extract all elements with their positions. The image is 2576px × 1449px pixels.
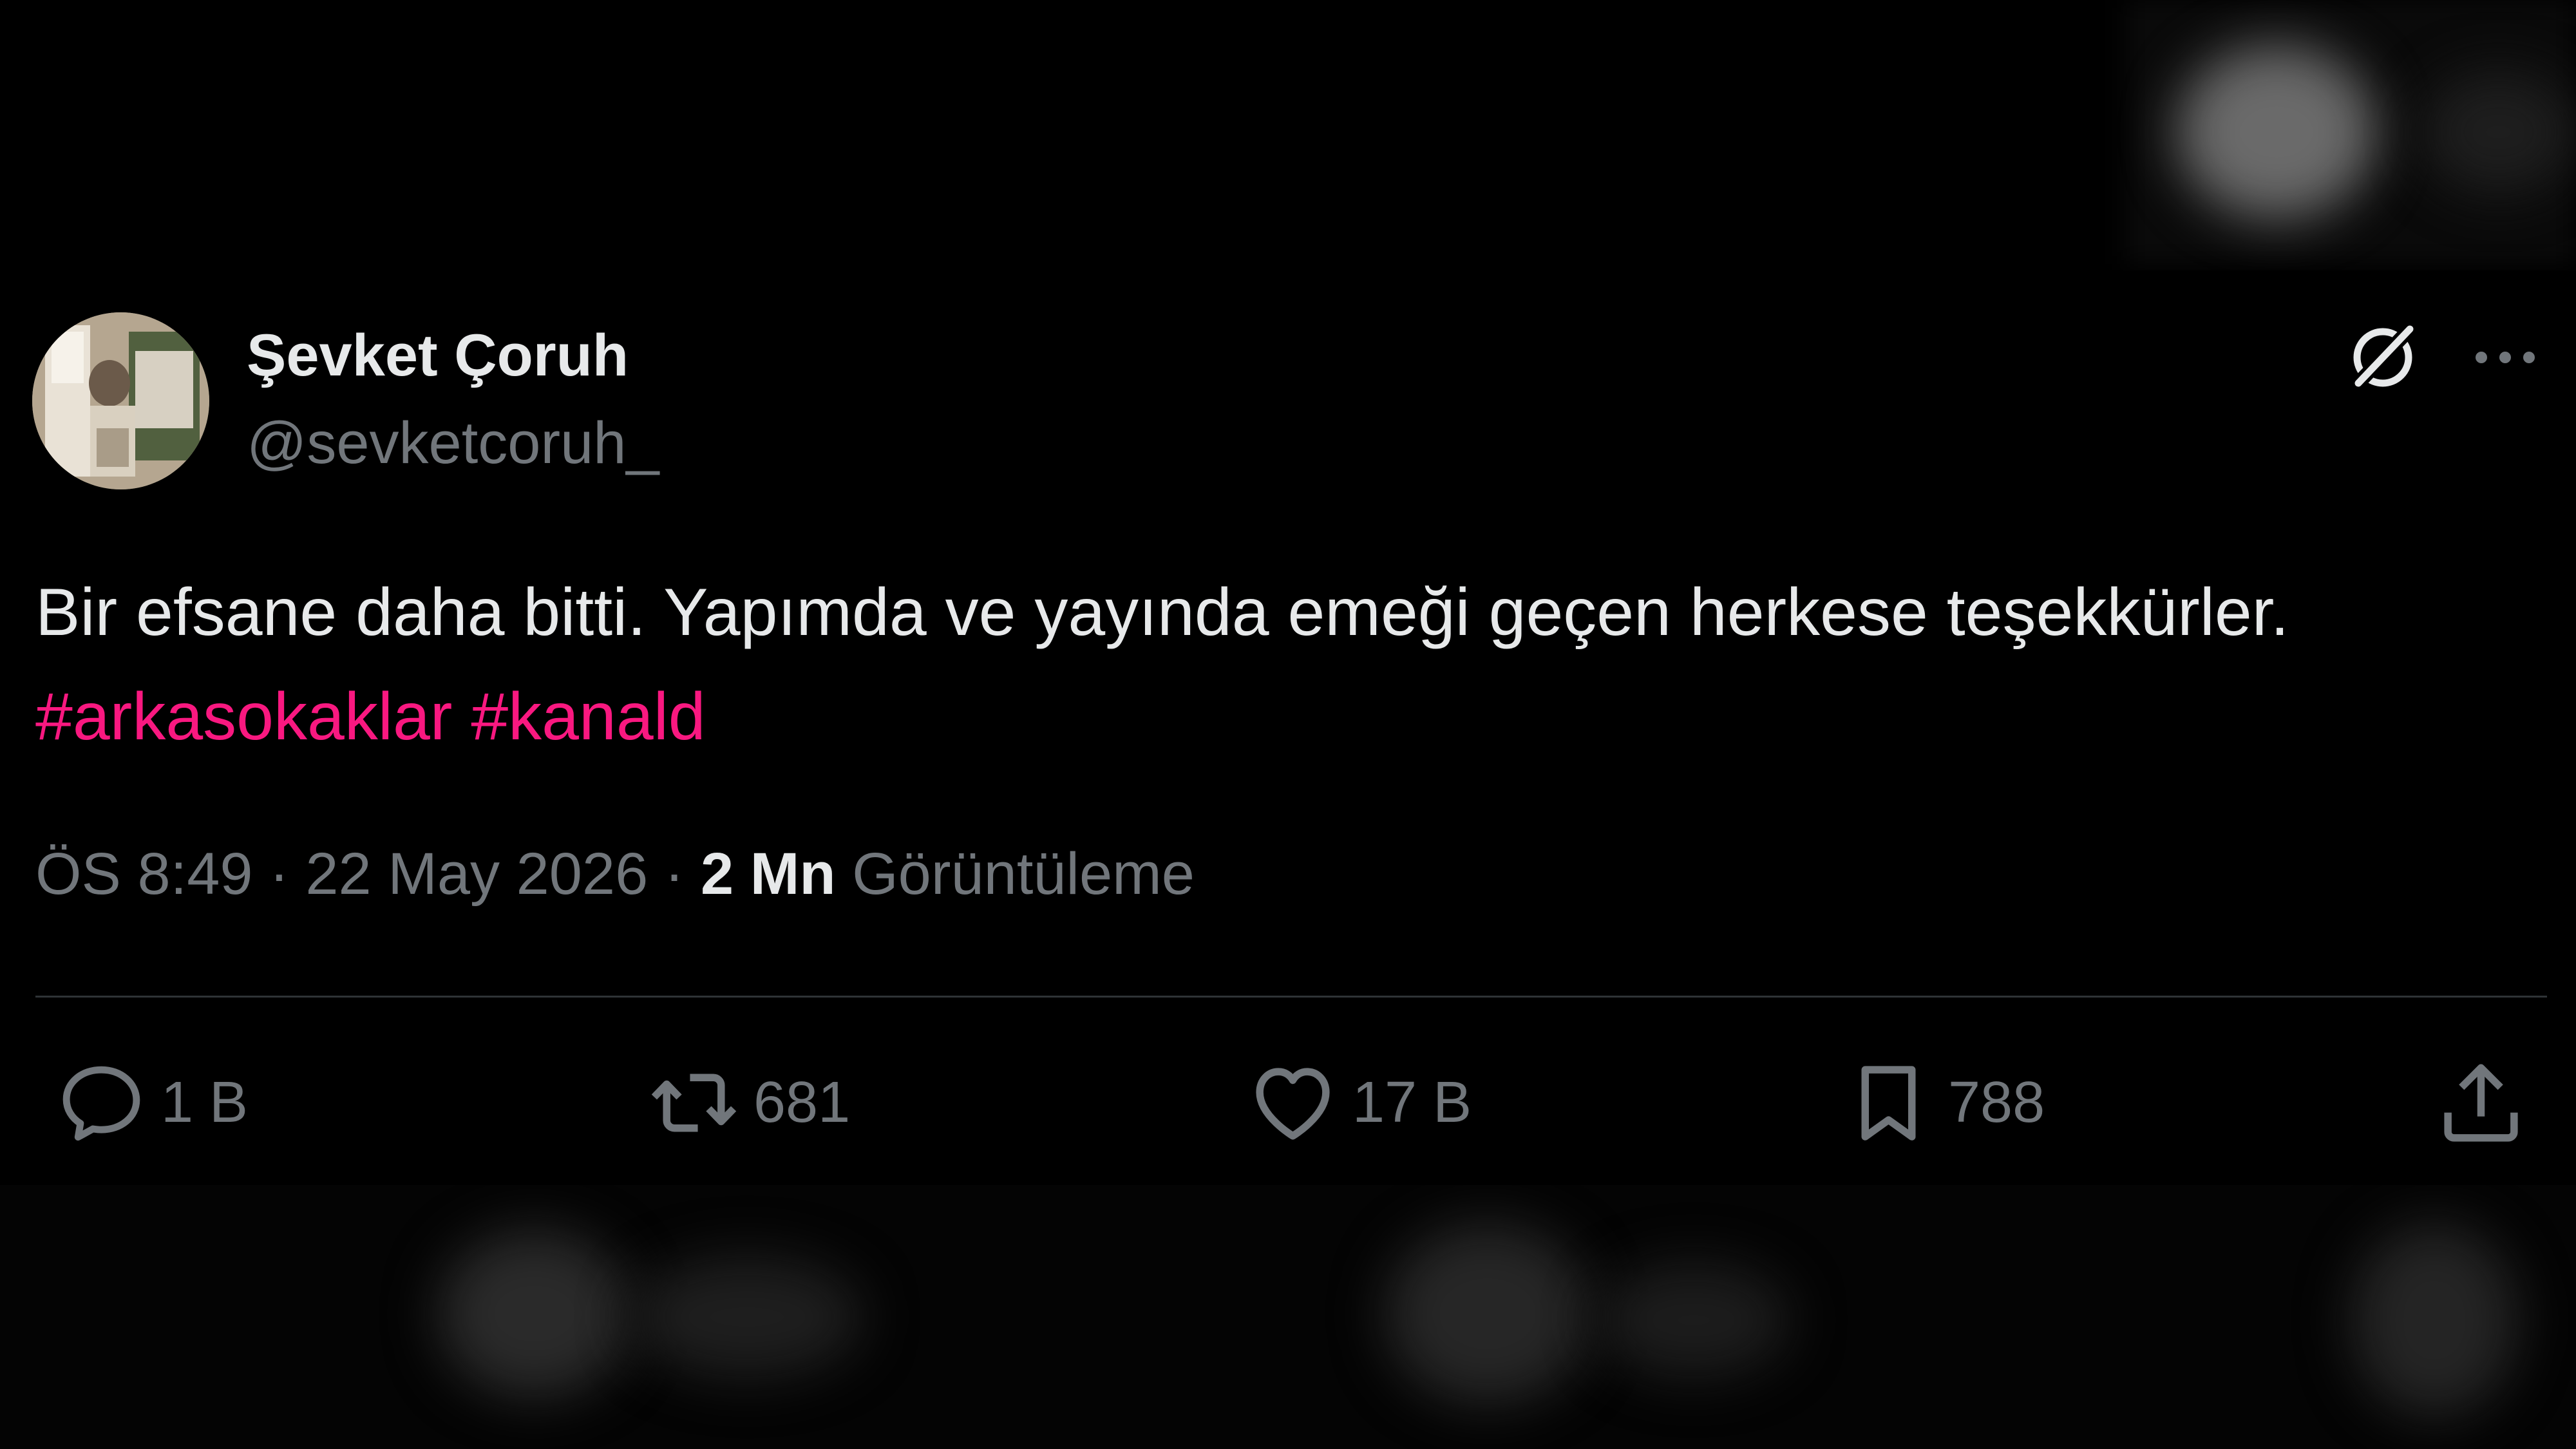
like-button[interactable]: 17 B: [1246, 1056, 1472, 1150]
like-count: 17 B: [1352, 1070, 1472, 1135]
author-name[interactable]: Şevket Çoruh: [247, 322, 629, 390]
more-icon[interactable]: [2470, 341, 2541, 374]
avatar[interactable]: [32, 312, 209, 489]
share-button[interactable]: [2434, 1056, 2528, 1150]
blurred-blob: [631, 1256, 863, 1378]
blurred-blob: [2177, 45, 2376, 219]
tweet-date[interactable]: 22 May 2026: [305, 841, 648, 907]
bookmark-icon: [1861, 1066, 1916, 1141]
blurred-blob: [2351, 1224, 2518, 1417]
meta-separator: ·: [269, 841, 289, 907]
like-icon: [1256, 1068, 1330, 1140]
tweet-body: Bir efsane daha bitti. Yapımda ve yayınd…: [35, 575, 2289, 650]
hashtag-link[interactable]: #kanald: [471, 679, 705, 754]
share-icon: [2444, 1064, 2518, 1142]
bookmark-count: 788: [1948, 1070, 2045, 1135]
meta-separator: ·: [664, 841, 685, 907]
views-label: Görüntüleme: [852, 841, 1195, 907]
tweet-time[interactable]: ÖS 8:49: [35, 841, 253, 907]
divider: [35, 996, 2547, 998]
reply-button[interactable]: 1 B: [55, 1056, 248, 1150]
blurred-blob: [2421, 71, 2576, 193]
reply-icon: [62, 1066, 140, 1141]
hashtag-link[interactable]: #arkasokaklar: [35, 679, 452, 754]
repost-count: 681: [753, 1070, 851, 1135]
bookmark-button[interactable]: 788: [1842, 1056, 2045, 1150]
grok-icon[interactable]: [2344, 319, 2421, 396]
author-handle[interactable]: @sevketcoruh_: [247, 410, 659, 477]
tweet-meta: ÖS 8:49 · 22 May 2026 · 2 Mn Görüntüleme: [35, 840, 1195, 908]
repost-icon: [651, 1074, 737, 1132]
blurred-blob: [1597, 1262, 1790, 1378]
tweet-text: Bir efsane daha bitti. Yapımda ve yayınd…: [35, 560, 2289, 769]
blurred-region-bottom: [0, 1185, 2576, 1449]
blurred-blob: [1385, 1224, 1591, 1404]
repost-button[interactable]: 681: [647, 1056, 850, 1150]
views-count: 2 Mn: [701, 841, 836, 907]
page: Şevket Çoruh @sevketcoruh_ Bir efsane da…: [0, 0, 2576, 1449]
reply-count: 1 B: [161, 1070, 249, 1135]
blurred-blob: [438, 1230, 631, 1397]
